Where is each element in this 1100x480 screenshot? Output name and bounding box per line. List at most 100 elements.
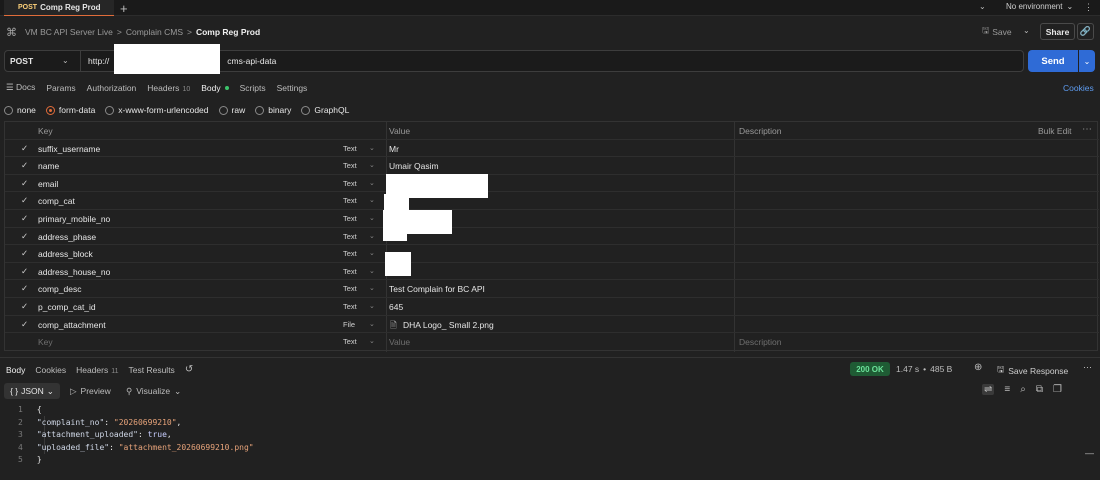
row-key[interactable]: name: [38, 161, 59, 171]
visualize-button[interactable]: ⚲ Visualize ⌄: [126, 386, 181, 397]
chevron-down-icon[interactable]: ⌄: [369, 161, 375, 169]
breadcrumb-workspace[interactable]: VM BC API Server Live: [25, 27, 113, 37]
resp-tab-body[interactable]: Body: [6, 365, 25, 375]
radio-form-data[interactable]: form-data: [45, 105, 95, 115]
duplicate-icon[interactable]: ❐: [1053, 384, 1062, 395]
send-button[interactable]: Send: [1028, 50, 1078, 72]
row-value[interactable]: Umair Qasim: [389, 161, 439, 171]
table-row-placeholder[interactable]: Key Text ⌄ Value Description: [5, 333, 1099, 351]
chevron-down-icon[interactable]: ⌄: [369, 320, 375, 328]
row-value[interactable]: DHA Logo_ Small 2.png: [403, 320, 494, 330]
environment-settings-icon[interactable]: ⋮: [1084, 2, 1093, 13]
radio-none[interactable]: none: [4, 105, 36, 115]
history-icon[interactable]: ↺: [185, 364, 193, 375]
wrap-lines-icon[interactable]: ⇌: [982, 384, 995, 395]
chevron-down-icon[interactable]: ⌄: [369, 196, 375, 204]
row-type-selector[interactable]: Text: [343, 249, 357, 258]
chevron-down-icon[interactable]: ⌄: [369, 249, 375, 257]
bulk-edit-button[interactable]: Bulk Edit: [1038, 126, 1072, 136]
new-tab-button[interactable]: +: [120, 0, 128, 16]
resp-tab-headers[interactable]: Headers 11: [76, 365, 118, 375]
row-type-selector[interactable]: Text: [343, 179, 357, 188]
resp-tab-cookies[interactable]: Cookies: [35, 365, 66, 375]
cookies-link[interactable]: Cookies: [1063, 83, 1094, 93]
tab-params[interactable]: Params: [46, 83, 75, 93]
chevron-down-icon[interactable]: ⌄: [369, 337, 375, 345]
method-selector[interactable]: POST: [10, 56, 33, 66]
row-key[interactable]: comp_cat: [38, 196, 75, 206]
preview-button[interactable]: ▷ Preview: [70, 386, 111, 397]
chevron-down-icon[interactable]: ⌄: [369, 144, 375, 152]
description-placeholder[interactable]: Description: [739, 337, 782, 347]
row-checkbox[interactable]: ✓: [21, 160, 28, 171]
chevron-down-icon[interactable]: ⌄: [1079, 50, 1095, 72]
more-icon[interactable]: ⋯: [1082, 124, 1092, 135]
resp-tab-test-results[interactable]: Test Results: [129, 365, 175, 375]
row-type-selector[interactable]: Text: [343, 144, 357, 153]
row-key[interactable]: primary_mobile_no: [38, 214, 110, 224]
environment-selector[interactable]: No environment ⌄: [1006, 2, 1073, 11]
row-type-selector[interactable]: Text: [343, 196, 357, 205]
link-icon[interactable]: 🔗: [1077, 23, 1094, 40]
chevron-down-icon[interactable]: ⌄: [369, 214, 375, 222]
row-type-selector[interactable]: Text: [343, 232, 357, 241]
save-response-button[interactable]: 🖫 Save Response: [997, 364, 1068, 378]
row-value[interactable]: Mr: [389, 144, 399, 154]
key-placeholder[interactable]: Key: [38, 337, 53, 347]
table-row[interactable]: ✓ comp_desc Text ⌄ Test Complain for BC API: [5, 280, 1099, 298]
table-row[interactable]: ✓ suffix_username Text ⌄ Mr: [5, 140, 1099, 158]
save-button[interactable]: 🖫 Save: [982, 25, 1012, 39]
share-button[interactable]: Share: [1040, 23, 1075, 40]
radio-urlencoded[interactable]: x-www-form-urlencoded: [105, 105, 209, 115]
table-row[interactable]: ✓ comp_attachment File ⌄ 🗎 DHA Logo_ Small 2.…: [5, 316, 1099, 334]
tab-docs[interactable]: ☰ Docs: [6, 82, 35, 93]
table-row[interactable]: ✓ primary_mobile_no Text ⌄: [5, 210, 1099, 228]
chevron-down-icon[interactable]: ⌄: [369, 179, 375, 187]
row-key[interactable]: address_house_no: [38, 267, 110, 277]
filter-icon[interactable]: ≡: [1004, 384, 1010, 395]
table-row[interactable]: ✓ address_block Text ⌄: [5, 245, 1099, 263]
row-type-selector[interactable]: Text: [343, 302, 357, 311]
row-checkbox[interactable]: ✓: [21, 301, 28, 312]
table-row[interactable]: ✓ address_house_no Text ⌄: [5, 263, 1099, 281]
radio-graphql[interactable]: GraphQL: [301, 105, 349, 115]
format-selector[interactable]: { } JSON ⌄: [4, 383, 60, 399]
row-key[interactable]: address_block: [38, 249, 93, 259]
chevron-down-icon[interactable]: ⌄: [369, 267, 375, 275]
tab-authorization[interactable]: Authorization: [87, 83, 137, 93]
row-checkbox[interactable]: ✓: [21, 231, 28, 242]
row-checkbox[interactable]: ✓: [21, 248, 28, 259]
row-checkbox[interactable]: ✓: [21, 319, 28, 330]
chevron-down-icon[interactable]: ⌄: [1023, 26, 1030, 35]
response-code-block[interactable]: 1 { 2 "complaint_no": "20260699210", 3 "…: [18, 404, 254, 467]
tab-body[interactable]: Body: [201, 83, 229, 93]
row-type-selector[interactable]: Text: [343, 267, 357, 276]
type-placeholder[interactable]: Text: [343, 337, 357, 346]
row-key[interactable]: comp_desc: [38, 284, 81, 294]
request-tab-active[interactable]: POST Comp Reg Prod: [4, 0, 114, 16]
chevron-down-icon[interactable]: ⌄: [979, 2, 986, 11]
row-type-selector[interactable]: Text: [343, 161, 357, 170]
chevron-down-icon[interactable]: ⌄: [369, 302, 375, 310]
breadcrumb-collection[interactable]: Complain CMS: [126, 27, 183, 37]
row-checkbox[interactable]: ✓: [21, 143, 28, 154]
value-placeholder[interactable]: Value: [389, 337, 410, 347]
row-checkbox[interactable]: ✓: [21, 178, 28, 189]
table-row[interactable]: ✓ email Text ⌄: [5, 175, 1099, 193]
copy-icon[interactable]: ⧉: [1036, 384, 1043, 395]
row-type-selector[interactable]: Text: [343, 214, 357, 223]
row-key[interactable]: address_phase: [38, 232, 96, 242]
globe-icon[interactable]: ⊕: [974, 362, 982, 373]
row-checkbox[interactable]: ✓: [21, 283, 28, 294]
breadcrumb-current[interactable]: Comp Reg Prod: [196, 27, 260, 37]
tab-headers[interactable]: Headers 10: [147, 83, 190, 93]
tab-settings[interactable]: Settings: [277, 83, 308, 93]
minimize-icon[interactable]: —: [1085, 448, 1094, 458]
table-row[interactable]: ✓ comp_cat Text ⌄: [5, 192, 1099, 210]
search-icon[interactable]: ⌕: [1020, 384, 1026, 395]
row-key[interactable]: p_comp_cat_id: [38, 302, 96, 312]
table-row[interactable]: ✓ p_comp_cat_id Text ⌄ 645: [5, 298, 1099, 316]
row-type-selector[interactable]: File: [343, 320, 355, 329]
row-type-selector[interactable]: Text: [343, 284, 357, 293]
table-row[interactable]: ✓ name Text ⌄ Umair Qasim: [5, 157, 1099, 175]
